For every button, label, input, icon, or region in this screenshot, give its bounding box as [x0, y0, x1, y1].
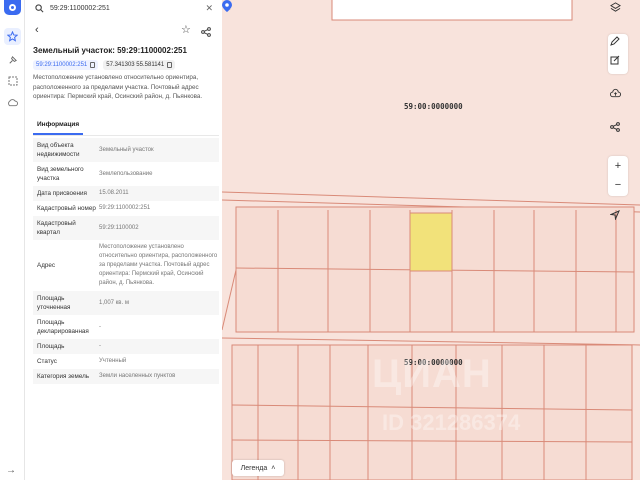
row-value: 1,007 кв. м	[99, 299, 129, 306]
row-key: Вид земельного участка	[37, 166, 84, 182]
pencil-icon[interactable]	[610, 36, 626, 52]
table-row: Категория земель Земли населенных пунктов	[33, 369, 219, 384]
watermark-id: ID 321286374	[382, 410, 521, 435]
table-row: Вид объекта недвижимости Земельный участо…	[33, 138, 219, 162]
zoom-group: + −	[608, 156, 628, 196]
row-key: Статус	[37, 358, 57, 365]
edit-icon[interactable]	[610, 55, 626, 71]
row-key: Дата присвоения	[37, 190, 87, 197]
row-value: -	[99, 323, 101, 330]
table-row: Вид земельного участка Землепользование	[33, 162, 219, 186]
row-key: Вид объекта недвижимости	[37, 142, 80, 158]
row-value: Земельный участок	[99, 146, 154, 153]
row-value: Учтенный	[99, 358, 127, 364]
locate-icon[interactable]	[610, 210, 626, 226]
table-row: Площадь декларированная -	[33, 315, 219, 339]
legend-button[interactable]: Легенда ˄	[232, 460, 284, 476]
back-icon[interactable]: ‹	[35, 24, 39, 36]
zoom-in-icon[interactable]: +	[610, 158, 626, 174]
panel-header: ‹ ☆	[25, 22, 222, 40]
search-bar[interactable]: 59:29:1100002:251 ✕	[29, 0, 219, 17]
table-row: Статус Учтенный	[33, 354, 219, 369]
expand-arrow-icon[interactable]: →	[6, 465, 16, 476]
cadastral-chip-label: 59:29:1100002:251	[36, 62, 88, 68]
close-icon[interactable]: ✕	[205, 3, 213, 14]
zoom-out-icon[interactable]: −	[610, 177, 626, 193]
row-value: 15.08.2011	[99, 190, 129, 196]
copy-icon[interactable]	[90, 62, 96, 68]
row-value: 59:29:1100002	[99, 224, 139, 231]
star-icon[interactable]	[4, 28, 21, 45]
cadastral-map[interactable]: ‹ 59:00:0000000 59:00:0000000 ЦИАН ID 32…	[222, 0, 640, 480]
row-key: Площадь декларированная	[37, 319, 89, 335]
pin-tool-icon[interactable]	[4, 52, 21, 69]
table-row: Площадь уточненная 1,007 кв. м	[33, 291, 219, 315]
coords-chip-label: 57.341303 55.581141	[106, 62, 165, 68]
table-row: Адрес Местоположение установлено относите…	[33, 240, 219, 291]
search-icon	[35, 4, 44, 13]
chevron-up-icon: ˄	[271, 464, 276, 472]
parcel-lines	[222, 0, 640, 480]
parcel-panel: 59:29:1100002:251 ✕ ‹ ☆ Земельный участо…	[25, 0, 222, 480]
row-value: Землепользование	[99, 170, 153, 177]
search-input[interactable]: 59:29:1100002:251	[50, 5, 205, 12]
table-row: Площадь -	[33, 339, 219, 354]
location-pin-icon[interactable]	[222, 0, 232, 12]
quarter-label-top: 59:00:0000000	[404, 102, 463, 111]
layers-icon[interactable]	[610, 2, 626, 18]
row-value: Земли населенных пунктов	[99, 373, 176, 379]
row-key: Адрес	[37, 262, 56, 269]
row-key: Категория земель	[37, 373, 90, 380]
table-row: Дата присвоения 15.08.2011	[33, 186, 219, 201]
cloud-icon[interactable]	[4, 94, 21, 111]
copy-icon[interactable]	[167, 62, 173, 68]
star-icon[interactable]: ☆	[181, 23, 191, 36]
cadastral-chip[interactable]: 59:29:1100002:251	[33, 60, 99, 70]
row-key: Кадастровый квартал	[37, 220, 76, 236]
page-title: Земельный участок: 59:29:1100002:251	[33, 46, 187, 55]
app-logo-icon[interactable]	[4, 0, 21, 15]
table-row: Кадастровый номер 59:29:1100002:251	[33, 201, 219, 216]
info-table: Вид объекта недвижимости Земельный участо…	[33, 138, 219, 384]
tab-info[interactable]: Информация	[33, 118, 84, 135]
area-tool-icon[interactable]	[4, 72, 21, 89]
left-rail: →	[0, 0, 25, 480]
row-value: -	[99, 343, 101, 349]
row-value: Местоположение установлено относительно …	[99, 244, 218, 286]
coords-chip[interactable]: 57.341303 55.581141	[103, 60, 176, 70]
location-description: Местоположение установлено относительно …	[33, 74, 203, 100]
row-key: Кадастровый номер	[37, 205, 96, 212]
edit-group	[608, 34, 628, 74]
row-key: Площадь уточненная	[37, 295, 71, 311]
row-value: 59:29:1100002:251	[99, 205, 151, 211]
chips-row: 59:29:1100002:251 57.341303 55.581141	[33, 60, 176, 70]
share-icon[interactable]	[610, 122, 626, 138]
table-row: Кадастровый квартал 59:29:1100002	[33, 216, 219, 240]
selected-parcel[interactable]	[409, 212, 453, 272]
watermark: ЦИАН	[372, 352, 492, 396]
upload-icon[interactable]	[610, 88, 626, 104]
legend-label: Легенда	[240, 464, 268, 472]
row-key: Площадь	[37, 343, 65, 350]
tab-divider	[33, 135, 219, 136]
share-icon[interactable]	[201, 24, 211, 42]
